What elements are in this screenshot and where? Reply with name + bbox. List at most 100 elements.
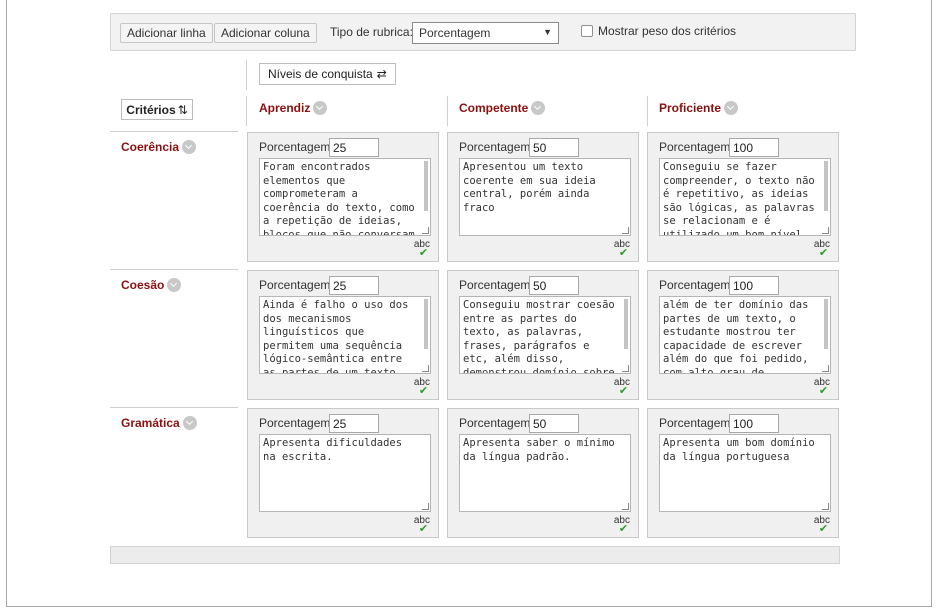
percent-label: Porcentagem <box>659 140 731 154</box>
scrollbar[interactable] <box>424 299 428 349</box>
resize-handle[interactable] <box>822 365 829 372</box>
description-textarea[interactable]: Apresentou um texto coerente em sua idei… <box>459 158 631 236</box>
percent-label: Porcentagem <box>459 140 531 154</box>
percent-label: Porcentagem <box>459 416 531 430</box>
show-weight-checkbox[interactable] <box>581 25 593 37</box>
description-textarea[interactable]: Foram encontrados elementos que comprome… <box>259 158 431 236</box>
rubric-type-value: Porcentagem <box>419 26 491 40</box>
spellcheck-icon[interactable]: abc ✔ <box>414 240 430 259</box>
achievement-levels-button[interactable]: Níveis de conquista ⇄ <box>259 63 396 85</box>
percent-label: Porcentagem <box>459 278 531 292</box>
resize-handle[interactable] <box>422 503 429 510</box>
sort-arrows-icon: ⇅ <box>177 102 188 117</box>
criterion-coesao: Coesão <box>121 278 182 292</box>
rubric-cell: Porcentagem 25 Apresenta dificuldades na… <box>247 408 439 538</box>
rubric-cell: Porcentagem 100 além de ter domínio das … <box>647 270 839 400</box>
chevron-down-icon[interactable] <box>724 101 739 115</box>
resize-handle[interactable] <box>422 227 429 234</box>
description-text: Apresenta saber o mínimo da língua padrã… <box>463 437 622 463</box>
criteria-sort-button[interactable]: Critérios ⇅ <box>121 99 193 120</box>
show-weight-label: Mostrar peso dos critérios <box>598 24 737 38</box>
spellcheck-icon[interactable]: abc ✔ <box>814 378 830 397</box>
chevron-down-icon[interactable] <box>167 278 182 292</box>
scrollbar[interactable] <box>424 161 428 211</box>
description-textarea[interactable]: Apresenta saber o mínimo da língua padrã… <box>459 434 631 512</box>
spellcheck-icon[interactable]: abc ✔ <box>614 378 630 397</box>
description-text: Apresenta dificuldades na escrita. <box>263 437 409 463</box>
chevron-down-icon[interactable] <box>182 140 197 154</box>
rubric-cell: Porcentagem 25 Ainda é falho o uso dos d… <box>247 270 439 400</box>
rubric-cell: Porcentagem 100 Apresenta um bom domínio… <box>647 408 839 538</box>
percent-input[interactable]: 100 <box>729 414 779 433</box>
percent-input[interactable]: 25 <box>329 414 379 433</box>
resize-handle[interactable] <box>622 365 629 372</box>
add-column-button[interactable]: Adicionar coluna <box>214 23 317 43</box>
dropdown-arrow-icon: ▼ <box>543 27 552 37</box>
rubric-type-select[interactable]: Porcentagem ▼ <box>412 22 559 44</box>
spellcheck-icon[interactable]: abc ✔ <box>814 516 830 535</box>
level-name: Aprendiz <box>259 101 311 115</box>
criterion-gramatica: Gramática <box>121 416 197 430</box>
percent-label: Porcentagem <box>659 278 731 292</box>
level-header-aprendiz: Aprendiz <box>259 101 328 115</box>
rubric-footer-bar <box>110 546 840 564</box>
percent-input[interactable]: 100 <box>729 276 779 295</box>
description-textarea[interactable]: além de ter domínio das partes de um tex… <box>659 296 831 374</box>
description-textarea[interactable]: Conseguiu mostrar coesão entre as partes… <box>459 296 631 374</box>
level-name: Proficiente <box>659 101 722 115</box>
percent-label: Porcentagem <box>259 140 331 154</box>
percent-input[interactable]: 50 <box>529 414 579 433</box>
description-textarea[interactable]: Ainda é falho o uso dos dos mecanismos l… <box>259 296 431 374</box>
percent-input[interactable]: 25 <box>329 276 379 295</box>
rubric-type-label: Tipo de rubrica: <box>330 25 413 39</box>
scrollbar[interactable] <box>624 299 628 349</box>
description-text: além de ter domínio das partes de um tex… <box>663 299 815 374</box>
chevron-down-icon[interactable] <box>313 101 328 115</box>
rubric-cell: Porcentagem 50 Apresentou um texto coere… <box>447 132 639 262</box>
column-divider <box>246 96 247 126</box>
resize-handle[interactable] <box>622 503 629 510</box>
spellcheck-icon[interactable]: abc ✔ <box>614 240 630 259</box>
scrollbar[interactable] <box>824 161 828 211</box>
rubric-cell: Porcentagem 100 Conseguiu se fazer compr… <box>647 132 839 262</box>
spellcheck-icon[interactable]: abc ✔ <box>414 378 430 397</box>
row-divider <box>110 269 238 270</box>
description-text: Apresenta um bom domínio da língua portu… <box>663 437 822 463</box>
scrollbar[interactable] <box>824 299 828 349</box>
column-divider <box>647 96 648 126</box>
percent-input[interactable]: 50 <box>529 138 579 157</box>
row-divider <box>110 407 238 408</box>
level-header-proficiente: Proficiente <box>659 101 739 115</box>
swap-arrows-icon: ⇄ <box>376 67 387 81</box>
description-textarea[interactable]: Conseguiu se fazer compreender, o texto … <box>659 158 831 236</box>
percent-input[interactable]: 50 <box>529 276 579 295</box>
rubric-cell: Porcentagem 50 Conseguiu mostrar coesão … <box>447 270 639 400</box>
level-name: Competente <box>459 101 529 115</box>
description-textarea[interactable]: Apresenta um bom domínio da língua portu… <box>659 434 831 512</box>
resize-handle[interactable] <box>822 503 829 510</box>
resize-handle[interactable] <box>422 365 429 372</box>
percent-input[interactable]: 25 <box>329 138 379 157</box>
spellcheck-icon[interactable]: abc ✔ <box>814 240 830 259</box>
level-header-competente: Competente <box>459 101 546 115</box>
achievement-levels-label: Níveis de conquista <box>268 67 373 81</box>
criterion-name: Coerência <box>121 140 180 154</box>
spellcheck-icon[interactable]: abc ✔ <box>614 516 630 535</box>
description-text: Conseguiu mostrar coesão entre as partes… <box>463 299 622 374</box>
description-textarea[interactable]: Apresenta dificuldades na escrita. <box>259 434 431 512</box>
description-text: Foram encontrados elementos que comprome… <box>263 161 422 236</box>
rubric-cell: Porcentagem 50 Apresenta saber o mínimo … <box>447 408 639 538</box>
resize-handle[interactable] <box>822 227 829 234</box>
criterion-name: Coesão <box>121 278 165 292</box>
criteria-label: Critérios <box>126 102 176 117</box>
add-row-button[interactable]: Adicionar linha <box>120 23 213 43</box>
resize-handle[interactable] <box>622 227 629 234</box>
chevron-down-icon[interactable] <box>531 101 546 115</box>
chevron-down-icon[interactable] <box>182 416 197 430</box>
header-divider <box>246 60 247 90</box>
column-divider <box>447 96 448 126</box>
spellcheck-icon[interactable]: abc ✔ <box>414 516 430 535</box>
description-text: Conseguiu se fazer compreender, o texto … <box>663 161 822 236</box>
percent-input[interactable]: 100 <box>729 138 779 157</box>
criterion-coerencia: Coerência <box>121 140 197 154</box>
